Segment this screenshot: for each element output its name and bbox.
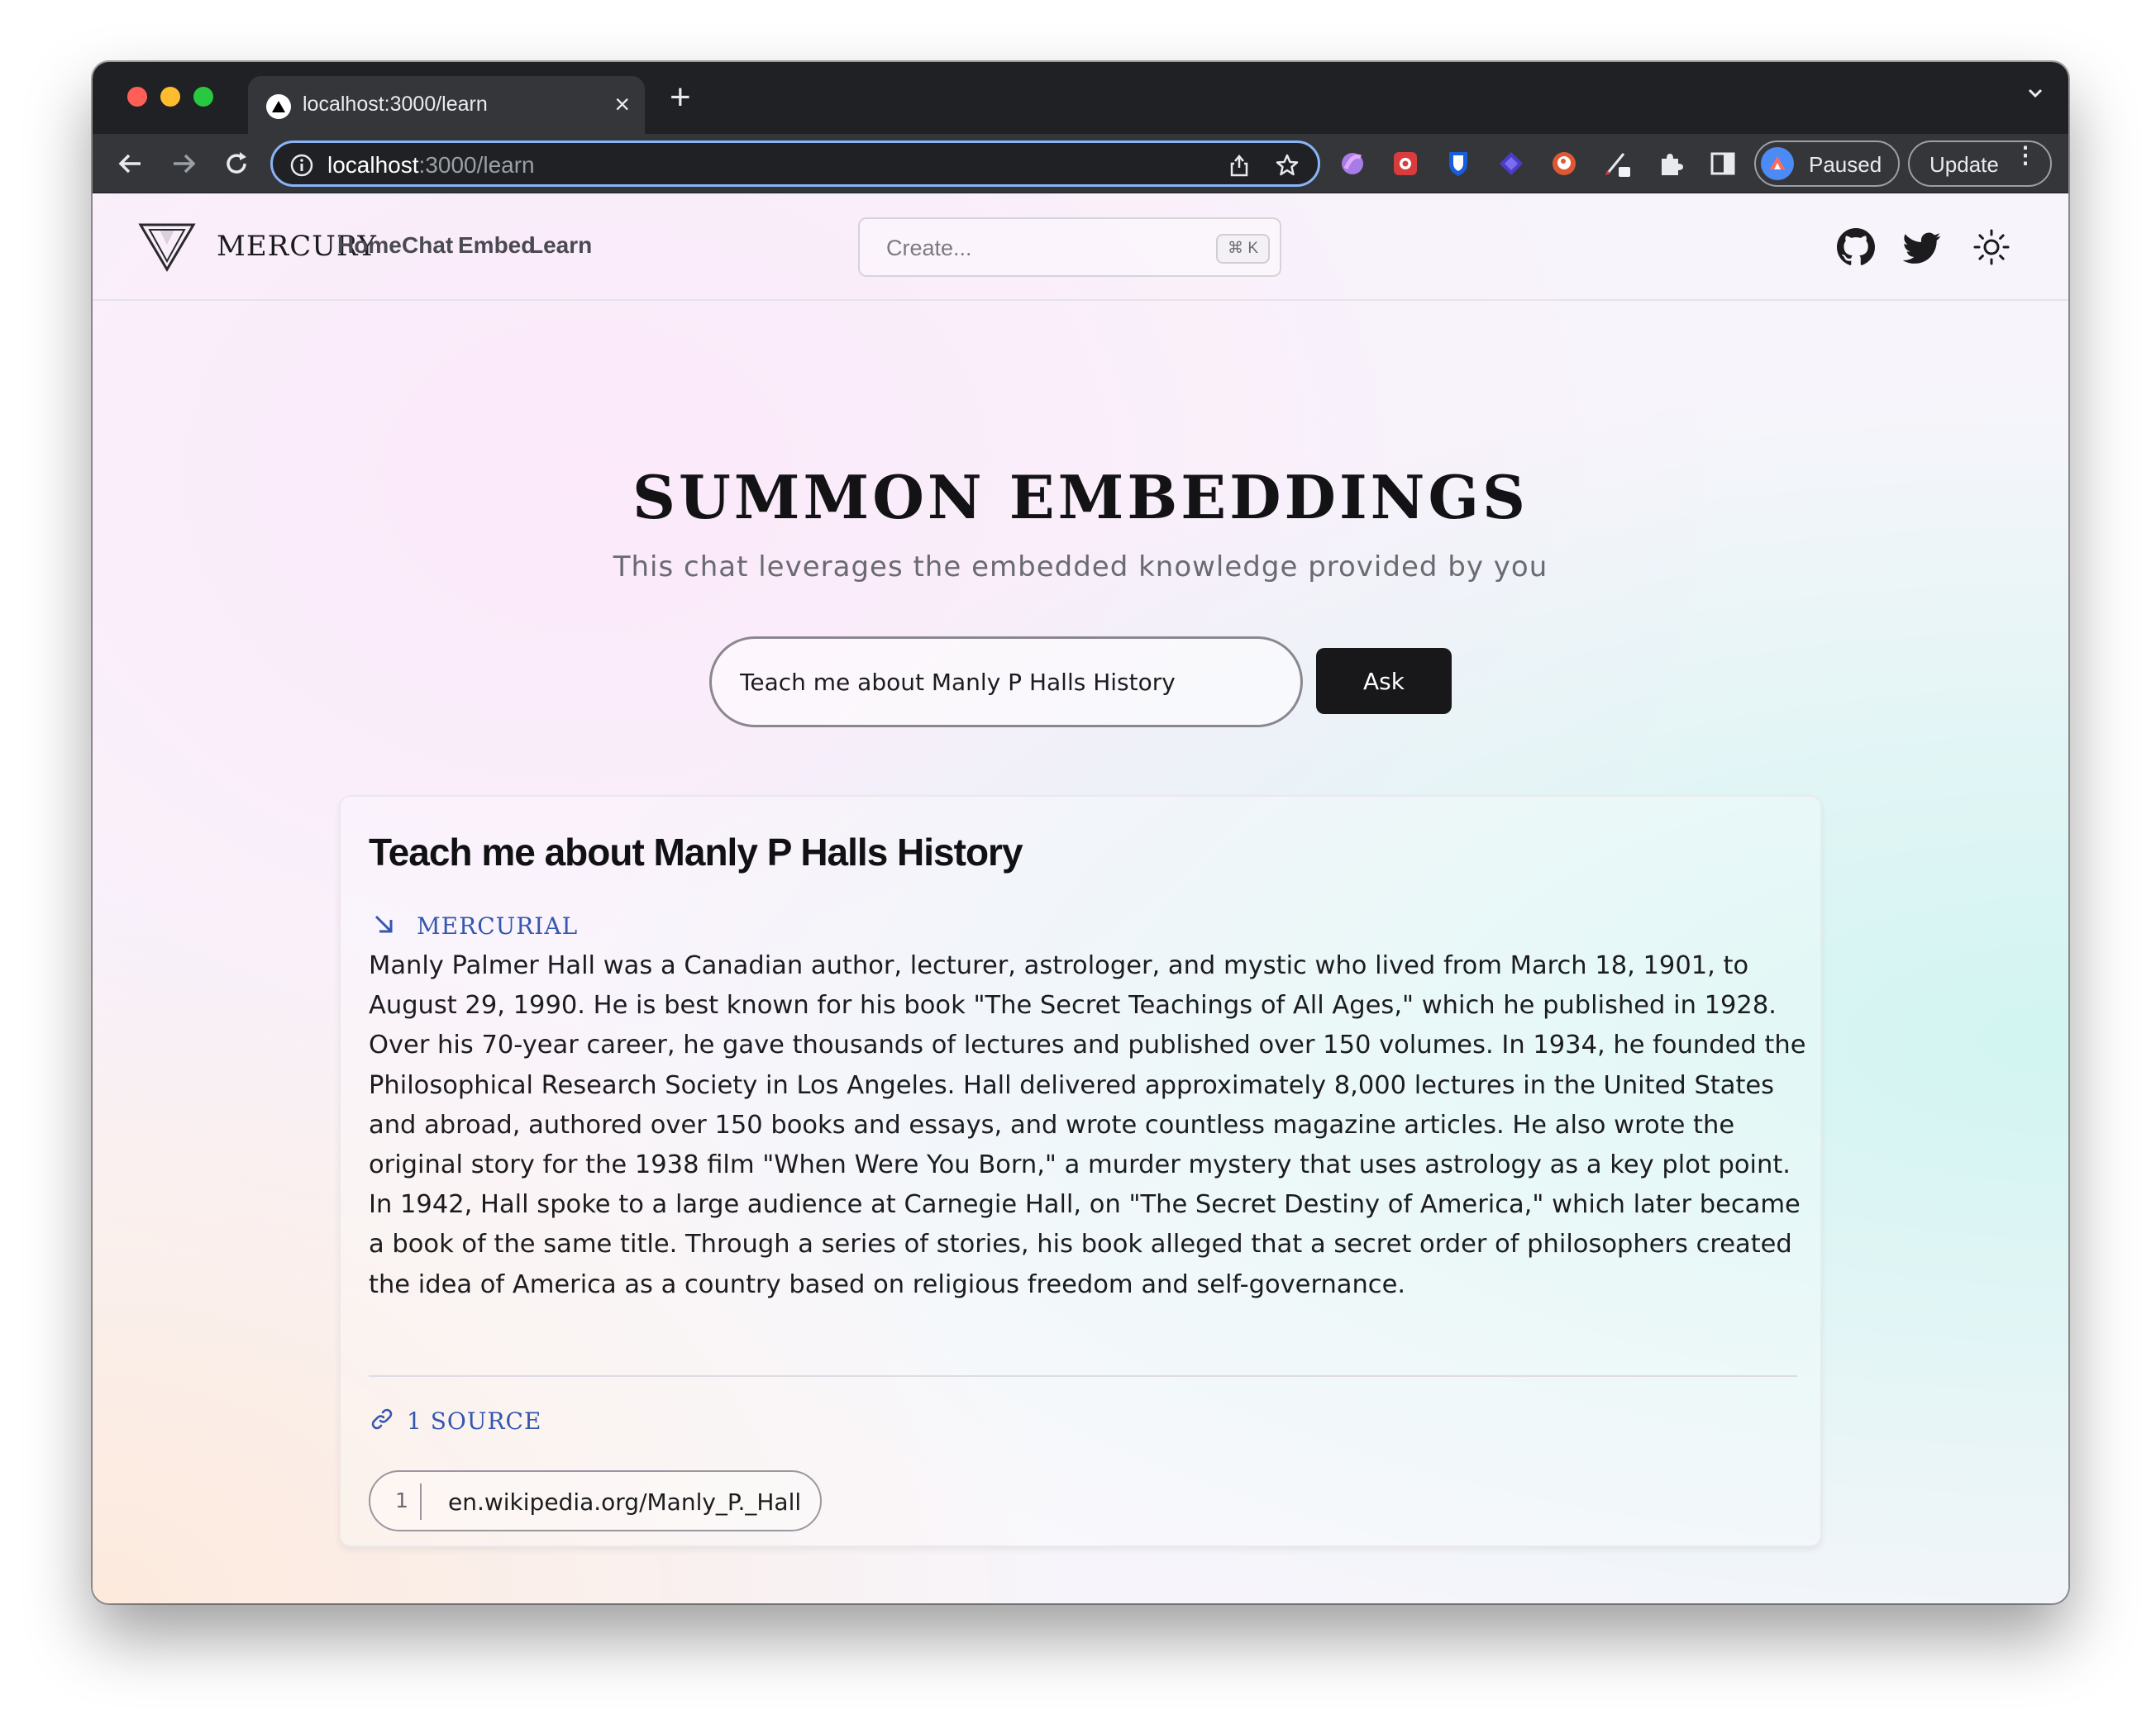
chevron-down-icon[interactable] bbox=[2025, 83, 2045, 107]
puzzle-icon[interactable] bbox=[1655, 149, 1685, 179]
source-index: 1 bbox=[395, 1488, 408, 1512]
sidepanel-icon[interactable] bbox=[1708, 149, 1738, 179]
tab-close-icon[interactable]: × bbox=[614, 89, 630, 120]
profile-status: Paused bbox=[1809, 152, 1882, 177]
link-icon bbox=[369, 1406, 395, 1436]
browser-window: localhost:3000/learn × + localhost:3000/… bbox=[93, 62, 2068, 1603]
back-arrow-icon[interactable] bbox=[116, 149, 145, 183]
page: MERCURY Home Chat Embed Learn Create... … bbox=[93, 193, 2068, 1603]
nav-link-home[interactable]: Home bbox=[337, 232, 402, 259]
update-button[interactable]: Update ⋮ bbox=[1908, 140, 2052, 187]
url-host: localhost bbox=[327, 152, 419, 178]
keyboard-shortcut-badge: ⌘ K bbox=[1216, 234, 1270, 264]
pen-icon[interactable] bbox=[1602, 149, 1632, 179]
sun-theme-toggle-icon[interactable] bbox=[1972, 228, 2011, 270]
answer-question-heading: Teach me about Manly P Halls History bbox=[369, 831, 1023, 874]
source-url[interactable]: en.wikipedia.org/Manly_P._Hall bbox=[448, 1488, 801, 1516]
page-title: SUMMON EMBEDDINGS bbox=[632, 462, 1529, 532]
close-window-button[interactable] bbox=[127, 87, 147, 107]
tab-title: localhost:3000/learn bbox=[303, 93, 488, 116]
tab-bar: localhost:3000/learn × + bbox=[93, 62, 2068, 134]
nav-link-embed[interactable]: Embed bbox=[458, 232, 535, 259]
url-text: localhost:3000/learn bbox=[327, 152, 535, 179]
sources-header: 1 SOURCE bbox=[369, 1406, 541, 1436]
browser-toolbar: localhost:3000/learn Paused Update ⋮ bbox=[93, 134, 2068, 193]
nav-link-chat[interactable]: Chat bbox=[402, 232, 453, 259]
command-search[interactable]: Create... ⌘ K bbox=[858, 217, 1281, 277]
question-input[interactable] bbox=[709, 636, 1303, 727]
answer-source-label: MERCURIAL bbox=[417, 912, 579, 940]
mercury-logo-icon[interactable] bbox=[138, 221, 196, 277]
share-icon[interactable] bbox=[1227, 153, 1252, 182]
profile-avatar bbox=[1761, 147, 1794, 180]
info-icon[interactable] bbox=[289, 153, 314, 182]
divider bbox=[369, 1375, 1797, 1377]
arc-extension-icon[interactable] bbox=[1338, 149, 1367, 179]
site-header: MERCURY Home Chat Embed Learn Create... … bbox=[93, 193, 2068, 301]
duckduckgo-icon[interactable] bbox=[1549, 149, 1579, 179]
triangle-favicon-icon bbox=[266, 94, 291, 119]
sources-count: 1 SOURCE bbox=[407, 1407, 542, 1435]
twitter-icon[interactable] bbox=[1902, 228, 1941, 270]
nav-link-learn[interactable]: Learn bbox=[529, 232, 592, 259]
browser-tab-active[interactable]: localhost:3000/learn × bbox=[248, 76, 645, 134]
new-tab-button[interactable]: + bbox=[670, 77, 691, 118]
more-menu-icon[interactable]: ⋮ bbox=[2014, 144, 2037, 167]
reload-icon[interactable] bbox=[222, 149, 251, 183]
cube-icon[interactable] bbox=[1496, 149, 1526, 179]
github-icon[interactable] bbox=[1837, 228, 1875, 270]
answer-text: Manly Palmer Hall was a Canadian author,… bbox=[369, 951, 1806, 1299]
bitwarden-icon[interactable] bbox=[1443, 149, 1473, 179]
answer-card: Teach me about Manly P Halls History MER… bbox=[339, 795, 1822, 1547]
answer-label-row: MERCURIAL bbox=[372, 912, 578, 940]
minimize-window-button[interactable] bbox=[160, 87, 180, 107]
url-path: :3000/learn bbox=[418, 152, 535, 178]
bookmark-star-icon[interactable] bbox=[1275, 153, 1300, 182]
forward-arrow-icon[interactable] bbox=[169, 149, 198, 183]
command-search-placeholder: Create... bbox=[886, 236, 972, 260]
ask-button[interactable]: Ask bbox=[1316, 648, 1452, 714]
page-subtitle: This chat leverages the embedded knowled… bbox=[613, 550, 1548, 583]
profile-button[interactable]: Paused bbox=[1754, 140, 1900, 187]
source-separator bbox=[420, 1483, 422, 1520]
address-bar[interactable]: localhost:3000/learn bbox=[270, 140, 1320, 187]
source-link-chip[interactable]: 1 en.wikipedia.org/Manly_P._Hall bbox=[369, 1470, 822, 1531]
arrow-down-right-icon bbox=[372, 912, 395, 940]
ublock-icon[interactable] bbox=[1390, 149, 1420, 179]
update-label: Update bbox=[1929, 152, 1999, 177]
maximize-window-button[interactable] bbox=[193, 87, 213, 107]
